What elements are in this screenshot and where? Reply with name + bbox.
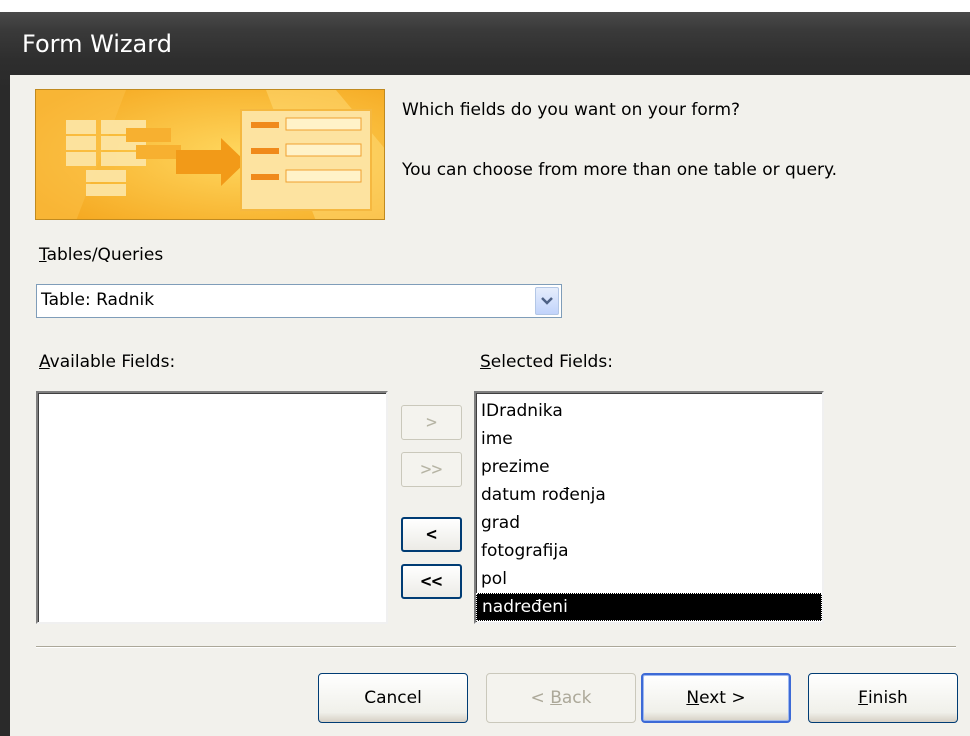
available-fields-list[interactable] — [36, 391, 388, 624]
available-fields-hotkey: A — [39, 352, 50, 372]
back-label-prefix: < — [530, 688, 551, 708]
back-label-rest: ack — [561, 688, 592, 708]
selected-fields-label-text: elected Fields: — [490, 352, 613, 372]
tables-queries-dropdown[interactable]: Table: Radnik — [36, 284, 562, 318]
list-item[interactable]: datum rođenja — [476, 481, 822, 509]
selected-fields-hotkey: S — [480, 352, 491, 372]
next-label-rest: ext > — [699, 688, 746, 708]
window-frame-left — [0, 90, 10, 736]
tables-queries-hotkey: T — [39, 245, 47, 265]
list-item[interactable]: grad — [476, 509, 822, 537]
finish-button[interactable]: Finish — [808, 673, 958, 723]
dropdown-button[interactable] — [535, 287, 559, 315]
back-button[interactable]: < Back — [486, 673, 636, 723]
list-item[interactable]: IDradnika — [476, 397, 822, 425]
cancel-label: Cancel — [364, 688, 422, 708]
add-field-button[interactable]: > — [401, 405, 462, 440]
cancel-button[interactable]: Cancel — [318, 673, 468, 723]
available-fields-label-text: vailable Fields: — [49, 352, 176, 372]
tables-queries-label: Tables/Queries — [39, 245, 163, 265]
list-item[interactable]: ime — [476, 425, 822, 453]
footer-divider — [36, 646, 956, 648]
next-hotkey: N — [686, 688, 700, 708]
tables-queries-value: Table: Radnik — [41, 290, 155, 310]
finish-hotkey: F — [858, 688, 868, 708]
list-item[interactable]: pol — [476, 565, 822, 593]
wizard-question: Which fields do you want on your form? — [402, 100, 741, 120]
list-item[interactable]: prezime — [476, 453, 822, 481]
add-all-fields-button[interactable]: >> — [401, 452, 462, 487]
wizard-hint: You can choose from more than one table … — [402, 160, 838, 180]
chevron-down-icon — [541, 297, 553, 305]
list-item[interactable]: fotografija — [476, 537, 822, 565]
available-fields-label: Available Fields: — [39, 352, 175, 372]
remove-field-button[interactable]: < — [401, 517, 462, 552]
list-item-selected[interactable]: nadređeni — [476, 593, 822, 621]
next-button[interactable]: Next > — [641, 673, 791, 723]
tables-queries-label-text: ables/Queries — [46, 245, 164, 265]
wizard-illustration — [35, 89, 385, 220]
finish-label-rest: inish — [867, 688, 908, 708]
form-wizard-banner-image — [36, 90, 384, 219]
selected-fields-label: Selected Fields: — [480, 352, 613, 372]
selected-fields-list[interactable]: IDradnika ime prezime datum rođenja grad… — [474, 391, 824, 624]
remove-all-fields-button[interactable]: << — [401, 564, 462, 599]
window-title: Form Wizard — [22, 30, 172, 58]
back-hotkey: B — [550, 688, 562, 708]
